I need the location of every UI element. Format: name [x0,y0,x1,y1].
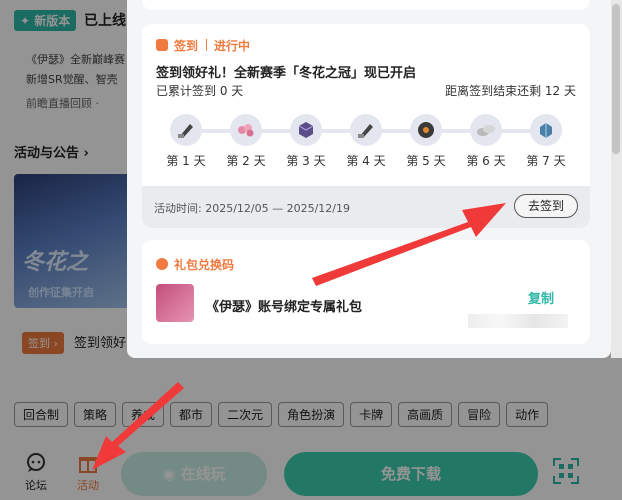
arrow-to-sign-button [312,203,506,286]
arrow-to-activity-tab [92,382,184,470]
annotation-arrows [92,203,506,470]
